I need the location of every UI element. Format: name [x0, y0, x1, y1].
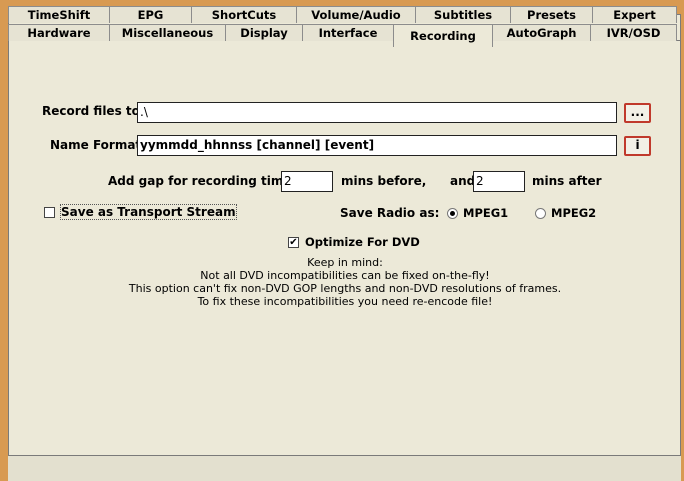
tab-row-1: TimeShift EPG ShortCuts Volume/Audio Sub…: [8, 6, 677, 23]
note-line-2: Not all DVD incompatibilities can be fix…: [200, 269, 490, 282]
note-line-1: Keep in mind:: [307, 256, 383, 269]
gap-label: Add gap for recording time: [108, 174, 292, 188]
info-button[interactable]: i: [624, 136, 651, 156]
tab-recording[interactable]: Recording: [393, 24, 493, 47]
tab-epg[interactable]: EPG: [109, 6, 192, 23]
record-path-field[interactable]: .\: [137, 102, 617, 123]
tab-miscellaneous[interactable]: Miscellaneous: [109, 24, 226, 41]
gap-and-label: and: [450, 174, 476, 188]
name-format-field[interactable]: yymmdd_hhnnss [channel] [event]: [137, 135, 617, 156]
optimize-dvd-checkbox[interactable]: ✔: [288, 237, 299, 248]
name-format-label: Name Format: [50, 138, 142, 152]
tab-volume-audio[interactable]: Volume/Audio: [296, 6, 416, 23]
tab-shortcuts[interactable]: ShortCuts: [191, 6, 297, 23]
radio-mpeg2[interactable]: [535, 208, 546, 219]
tab-expert[interactable]: Expert: [592, 6, 677, 23]
save-radio-label: Save Radio as:: [340, 206, 440, 220]
record-files-label: Record files to: [42, 104, 140, 118]
optimize-dvd-label[interactable]: Optimize For DVD: [305, 235, 420, 249]
gap-before-field[interactable]: 2: [281, 171, 333, 192]
gap-before-suffix: mins before,: [341, 174, 427, 188]
tab-autograph[interactable]: AutoGraph: [492, 24, 591, 41]
tab-row-2: Hardware Miscellaneous Display Interface…: [8, 24, 677, 47]
tab-subtitles[interactable]: Subtitles: [415, 6, 511, 23]
tab-display[interactable]: Display: [225, 24, 303, 41]
gap-after-field[interactable]: 2: [473, 171, 525, 192]
tab-interface[interactable]: Interface: [302, 24, 394, 41]
tab-presets[interactable]: Presets: [510, 6, 593, 23]
transport-stream-label[interactable]: Save as Transport Stream: [60, 204, 237, 220]
gap-after-suffix: mins after: [532, 174, 602, 188]
browse-button[interactable]: ...: [624, 103, 651, 123]
note-line-3: This option can't fix non-DVD GOP length…: [128, 282, 562, 295]
radio-mpeg1-label[interactable]: MPEG1: [463, 206, 508, 220]
tab-timeshift[interactable]: TimeShift: [8, 6, 110, 23]
transport-stream-checkbox[interactable]: [44, 207, 55, 218]
tab-ivr-osd[interactable]: IVR/OSD: [590, 24, 677, 41]
recording-panel: Record files to .\ ... Name Format yymmd…: [10, 46, 680, 456]
radio-mpeg2-label[interactable]: MPEG2: [551, 206, 596, 220]
radio-mpeg1[interactable]: [447, 208, 458, 219]
tab-hardware[interactable]: Hardware: [8, 24, 110, 41]
note-line-4: To fix these incompatibilities you need …: [197, 295, 493, 308]
status-bar: [8, 455, 681, 481]
